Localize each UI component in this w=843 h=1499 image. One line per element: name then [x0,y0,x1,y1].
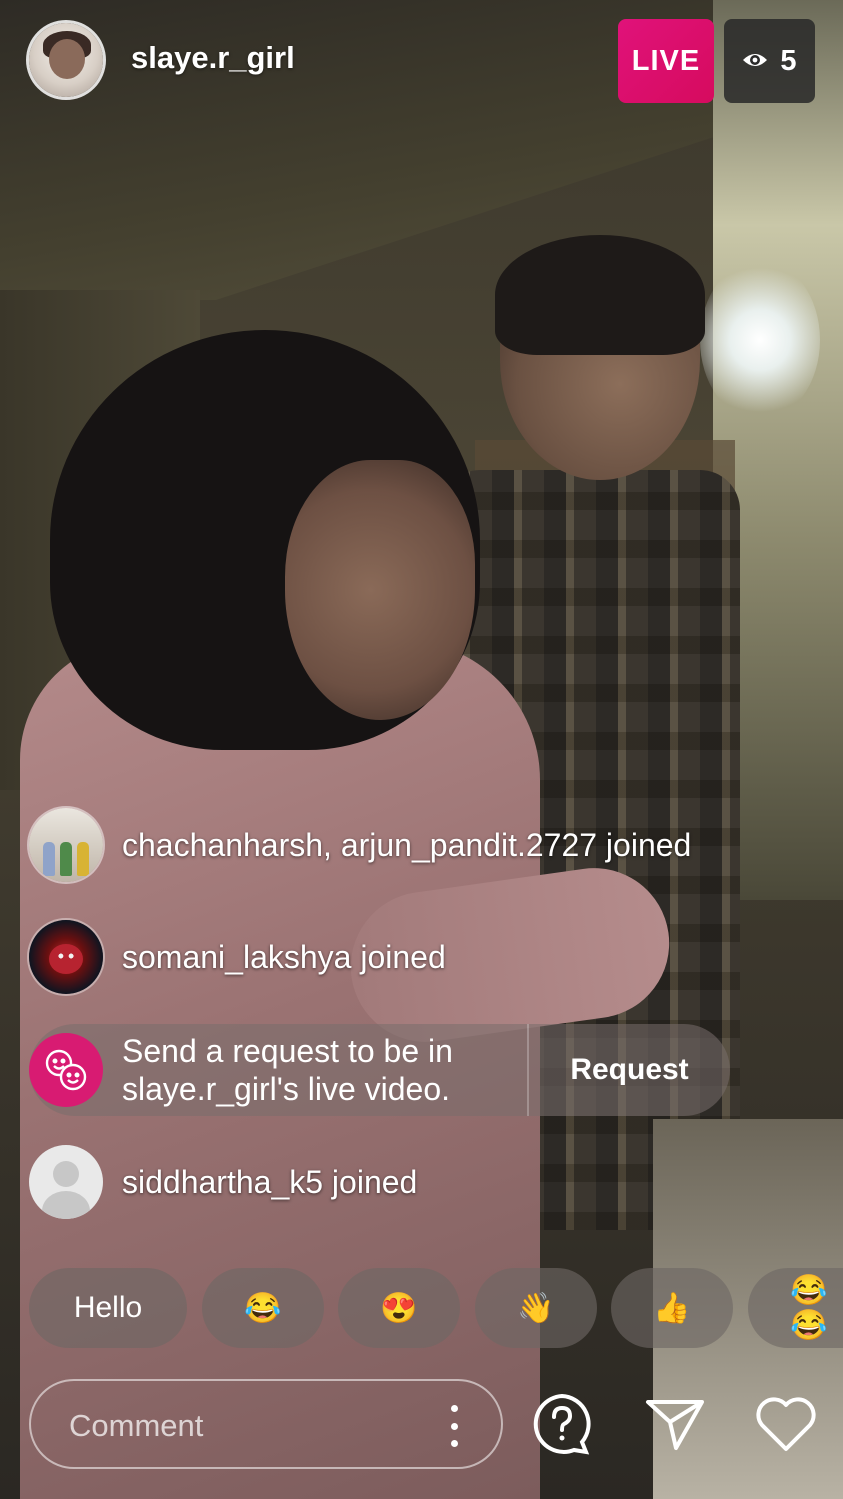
request-to-join-banner: Send a request to be in slaye.r_girl's l… [29,1024,730,1116]
request-text-line1: Send a request to be in [122,1033,453,1069]
mask-avatar[interactable] [29,920,103,994]
more-options-icon[interactable] [449,1405,459,1447]
comment-text: chachanharsh, arjun_pandit.2727 joined [122,826,692,863]
quick-reply-laugh-double[interactable]: 😂😂 [748,1268,843,1348]
video-man-hair [495,235,705,355]
send-icon[interactable] [641,1390,709,1458]
comment-text: somani_lakshya joined [122,938,446,975]
comment-box [29,1379,503,1469]
quick-reply-laugh[interactable]: 😂 [202,1268,324,1348]
quick-reply-thumbs-up[interactable]: 👍 [611,1268,733,1348]
default-avatar[interactable] [29,1145,103,1219]
comment-item: siddhartha_k5 joined [29,1145,417,1219]
eye-icon [742,45,768,78]
request-text-line2: slaye.r_girl's live video. [122,1071,451,1107]
video-lamp-glow [700,260,820,420]
comment-input[interactable] [67,1403,431,1449]
quick-reply-hello[interactable]: Hello [29,1268,187,1348]
host-username[interactable]: slaye.r_girl [131,40,295,76]
comment-text: siddhartha_k5 joined [122,1163,418,1200]
comment-item: somani_lakshya joined [29,920,446,994]
group-photo-avatar[interactable] [29,808,103,882]
avatar-figure [60,842,72,876]
people-smile-icon [29,1033,103,1107]
viewer-count-badge[interactable]: 5 [724,19,815,103]
avatar-figure [77,842,89,876]
live-badge: LIVE [618,19,714,103]
viewer-count: 5 [780,44,797,77]
avatar-figure [43,842,55,876]
quick-reply-heart-eyes[interactable]: 😍 [338,1268,460,1348]
quick-reply-wave[interactable]: 👋 [475,1268,597,1348]
heart-icon[interactable] [752,1390,820,1458]
comment-item: chachanharsh, arjun_pandit.2727 joined [29,808,691,882]
video-girl-face [285,460,475,720]
request-text: Send a request to be in slaye.r_girl's l… [122,1032,527,1108]
request-button[interactable]: Request [529,1024,730,1116]
host-avatar[interactable] [29,23,103,97]
question-bubble-icon[interactable] [528,1390,596,1458]
avatar-face [49,39,85,79]
